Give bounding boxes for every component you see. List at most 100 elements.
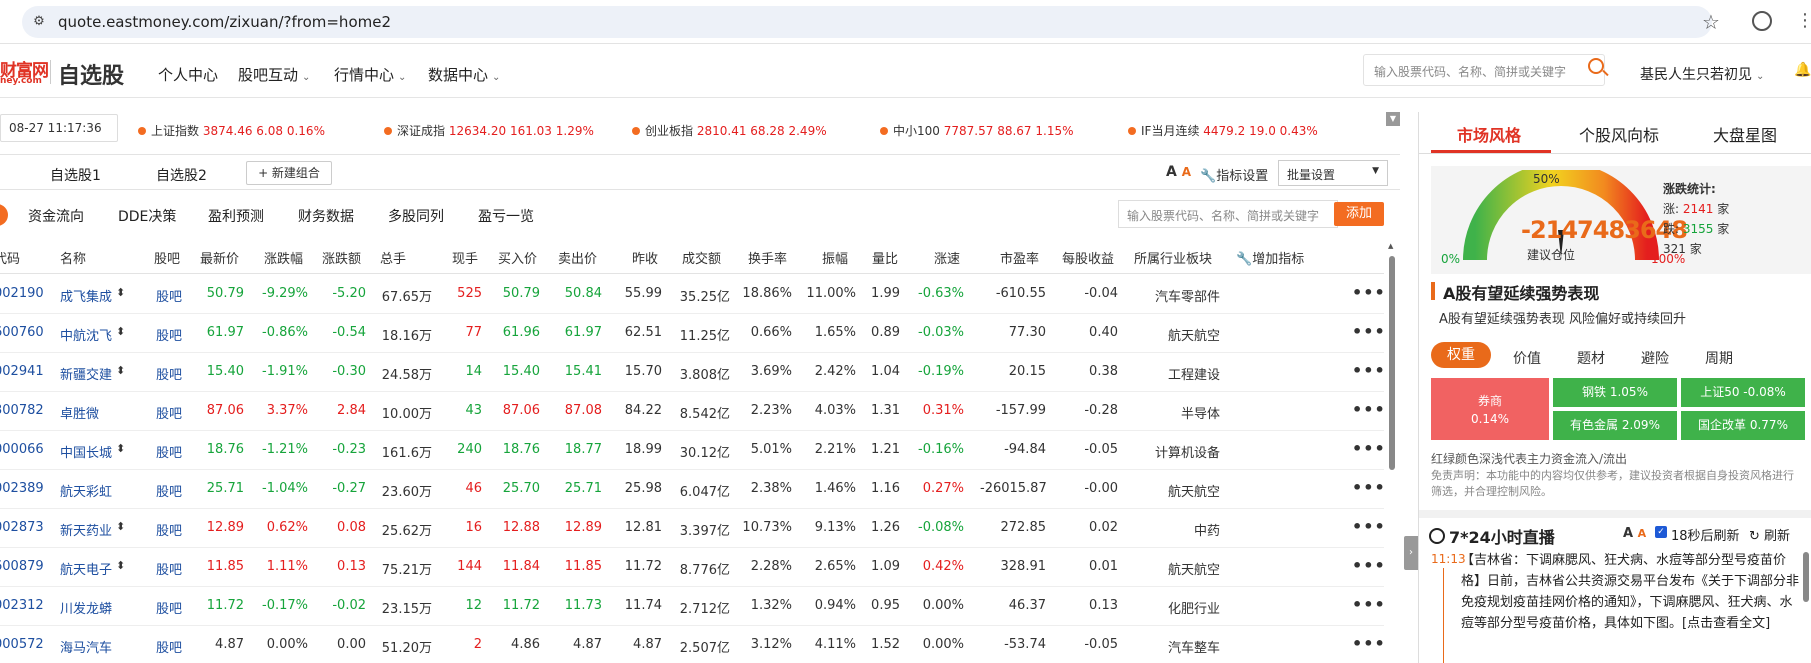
more-options-icon[interactable]: ••• <box>1352 283 1386 302</box>
table-row[interactable]: 002873 新天药业⬍ 股吧 12.89 0.62% 0.08 25.62万 16 12.88… <box>0 509 1386 548</box>
table-row[interactable]: 600760 中航沈飞⬍ 股吧 61.97 -0.86% -0.54 18.16万 77 61.… <box>0 314 1386 353</box>
scroll-up-icon[interactable]: ▲ <box>1388 242 1393 250</box>
column-header[interactable]: 昨收 <box>632 248 658 267</box>
ticker-item[interactable]: 深证成指 12634.20 161.03 1.29% <box>384 122 594 139</box>
cell-code[interactable]: 000066 <box>0 442 44 457</box>
tab-multi-stock[interactable]: 多股同列 <box>388 206 444 226</box>
cell-bar[interactable]: 股吧 <box>156 442 186 461</box>
sector-block[interactable]: 钢铁 1.05% <box>1553 378 1677 407</box>
sector-block[interactable]: 上证50 -0.08% <box>1681 378 1805 407</box>
table-scrollbar[interactable] <box>1389 256 1395 470</box>
cell-code[interactable]: 002941 <box>0 364 44 379</box>
url-text[interactable]: quote.eastmoney.com/zixuan/?from=home2 <box>58 12 391 32</box>
sort-handle-icon[interactable]: ⬍ <box>116 442 125 455</box>
column-header[interactable]: 股吧 <box>154 248 180 267</box>
cell-code[interactable]: 600879 <box>0 559 44 574</box>
more-options-icon[interactable]: ••• <box>1352 595 1386 614</box>
sort-handle-icon[interactable]: ⬍ <box>116 325 125 338</box>
cell-name[interactable]: 航天彩虹 <box>60 481 120 500</box>
cell-code[interactable]: 002190 <box>0 286 44 301</box>
tab-fund-flow[interactable]: 资金流向 <box>28 206 84 226</box>
cell-name[interactable]: 新疆交建 <box>60 364 120 383</box>
cell-bar[interactable]: 股吧 <box>156 403 186 422</box>
ticker-item[interactable]: 上证指数 3874.46 6.08 0.16% <box>138 122 325 139</box>
add-stock-input[interactable]: 输入股票代码、名称、简拼或关键字 <box>1118 200 1338 228</box>
more-options-icon[interactable]: ••• <box>1352 634 1386 653</box>
tab-group-1[interactable]: 自选股1 <box>50 165 101 185</box>
column-header[interactable]: 所属行业板块 <box>1134 248 1212 267</box>
column-header[interactable]: 代码 <box>0 248 20 267</box>
font-size-toggle[interactable]: A A <box>1166 164 1191 180</box>
tab-dde[interactable]: DDE决策 <box>118 206 176 226</box>
search-icon[interactable] <box>1588 58 1604 74</box>
panel-toggle-icon[interactable]: › <box>1404 536 1418 570</box>
nav-data-center[interactable]: 数据中心 ⌄ <box>428 64 500 85</box>
sector-block[interactable]: 券商 0.14% <box>1431 378 1549 440</box>
browser-menu-icon[interactable]: ⋮ <box>1796 10 1811 31</box>
column-header[interactable]: 振幅 <box>822 248 848 267</box>
ticker-item[interactable]: 创业板指 2810.41 68.28 2.49% <box>632 122 827 139</box>
table-row[interactable]: 002190 成飞集成⬍ 股吧 50.79 -9.29% -5.20 67.65万 525 50… <box>0 275 1386 314</box>
auto-refresh-checkbox[interactable]: ✓ <box>1655 526 1667 538</box>
live-font-toggle[interactable]: A A <box>1623 526 1646 541</box>
ticker-item[interactable]: 中小100 7787.57 88.67 1.15% <box>880 122 1074 139</box>
refresh-button[interactable]: ↻ 刷新 <box>1749 525 1790 544</box>
cell-bar[interactable]: 股吧 <box>156 364 186 383</box>
column-header[interactable]: 成交额 <box>682 248 721 267</box>
sort-handle-icon[interactable]: ⬍ <box>116 364 125 377</box>
tab-financial-data[interactable]: 财务数据 <box>298 206 354 226</box>
news-text[interactable]: 【吉林省：下调麻腮风、狂犬病、水痘等部分型号疫苗价格】日前，吉林省公共资源交易平… <box>1461 550 1801 634</box>
column-header[interactable]: 量比 <box>872 248 898 267</box>
cell-bar[interactable]: 股吧 <box>156 559 186 578</box>
new-group-button[interactable]: + 新建组合 <box>246 161 332 185</box>
column-header[interactable]: 总手 <box>380 248 406 267</box>
cell-name[interactable]: 海马汽车 <box>60 637 120 656</box>
column-header[interactable]: 买入价 <box>498 248 537 267</box>
sector-block[interactable]: 有色金属 2.09% <box>1553 411 1677 440</box>
more-options-icon[interactable]: ••• <box>1352 556 1386 575</box>
tab-profit-forecast[interactable]: 盈利预测 <box>208 206 264 226</box>
add-stock-button[interactable]: 添加 <box>1334 202 1384 226</box>
column-header[interactable]: 市盈率 <box>1000 248 1039 267</box>
cell-bar[interactable]: 股吧 <box>156 637 186 656</box>
cell-name[interactable]: 卓胜微 <box>60 403 120 422</box>
table-row[interactable]: 000572 海马汽车 股吧 4.87 0.00% 0.00 51.20万 2 4.86 4.87… <box>0 626 1386 663</box>
table-row[interactable]: 000066 中国长城⬍ 股吧 18.76 -1.21% -0.23 161.6万 240 18… <box>0 431 1385 470</box>
indicator-settings-button[interactable]: 🔧指标设置 <box>1200 165 1268 184</box>
more-options-icon[interactable]: ••• <box>1352 517 1386 536</box>
sort-handle-icon[interactable]: ⬍ <box>116 286 125 299</box>
cell-code[interactable]: 002389 <box>0 481 44 496</box>
cell-bar[interactable]: 股吧 <box>156 481 186 500</box>
tab-cycle[interactable]: 周期 <box>1705 348 1733 368</box>
tab-profit-loss[interactable]: 盈亏一览 <box>478 206 534 226</box>
batch-settings-select[interactable]: 批量设置 ▼ <box>1278 160 1388 186</box>
column-header[interactable]: 现手 <box>452 248 478 267</box>
header-search-input[interactable]: 输入股票代码、名称、简拼或关键字 <box>1363 54 1605 86</box>
tab-market-style[interactable]: 市场风格 <box>1457 122 1521 146</box>
sector-block[interactable]: 国企改革 0.77% <box>1681 411 1805 440</box>
column-header[interactable]: 每股收益 <box>1062 248 1114 267</box>
cell-bar[interactable]: 股吧 <box>156 325 186 344</box>
user-menu[interactable]: 基民人生只若初见 ⌄ <box>1640 64 1764 84</box>
table-row[interactable]: 600879 航天电子⬍ 股吧 11.85 1.11% 0.13 75.21万 144 11.8… <box>0 548 1386 587</box>
tab-hedge[interactable]: 避险 <box>1641 348 1669 368</box>
sort-handle-icon[interactable]: ⬍ <box>116 559 125 572</box>
more-options-icon[interactable]: ••• <box>1352 400 1386 419</box>
more-options-icon[interactable]: ••• <box>1352 322 1386 341</box>
column-header[interactable]: 名称 <box>60 248 86 267</box>
cell-name[interactable]: 中航沈飞 <box>60 325 120 344</box>
table-row[interactable]: 002312 川发龙蟒 股吧 11.72 -0.17% -0.02 23.15万 12 11.7… <box>0 587 1386 626</box>
tab-value[interactable]: 价值 <box>1513 348 1541 368</box>
table-row[interactable]: 300782 卓胜微 股吧 87.06 3.37% 2.84 10.00万 43 87.06 87… <box>0 392 1386 431</box>
tab-stock-vane[interactable]: 个股风向标 <box>1579 122 1659 146</box>
more-options-icon[interactable]: ••• <box>1352 478 1386 497</box>
more-options-icon[interactable]: ••• <box>1352 361 1386 380</box>
nav-market-center[interactable]: 行情中心 ⌄ <box>334 64 406 85</box>
bookmark-star-icon[interactable]: ☆ <box>1702 10 1720 34</box>
collapse-ticker-icon[interactable]: ▼ <box>1386 112 1400 126</box>
cell-code[interactable]: 000572 <box>0 637 44 652</box>
column-header[interactable]: 换手率 <box>748 248 787 267</box>
cell-name[interactable]: 成飞集成 <box>60 286 120 305</box>
add-indicator-button[interactable]: 🔧增加指标 <box>1236 248 1304 267</box>
bell-icon[interactable]: 🔔 <box>1794 62 1811 78</box>
